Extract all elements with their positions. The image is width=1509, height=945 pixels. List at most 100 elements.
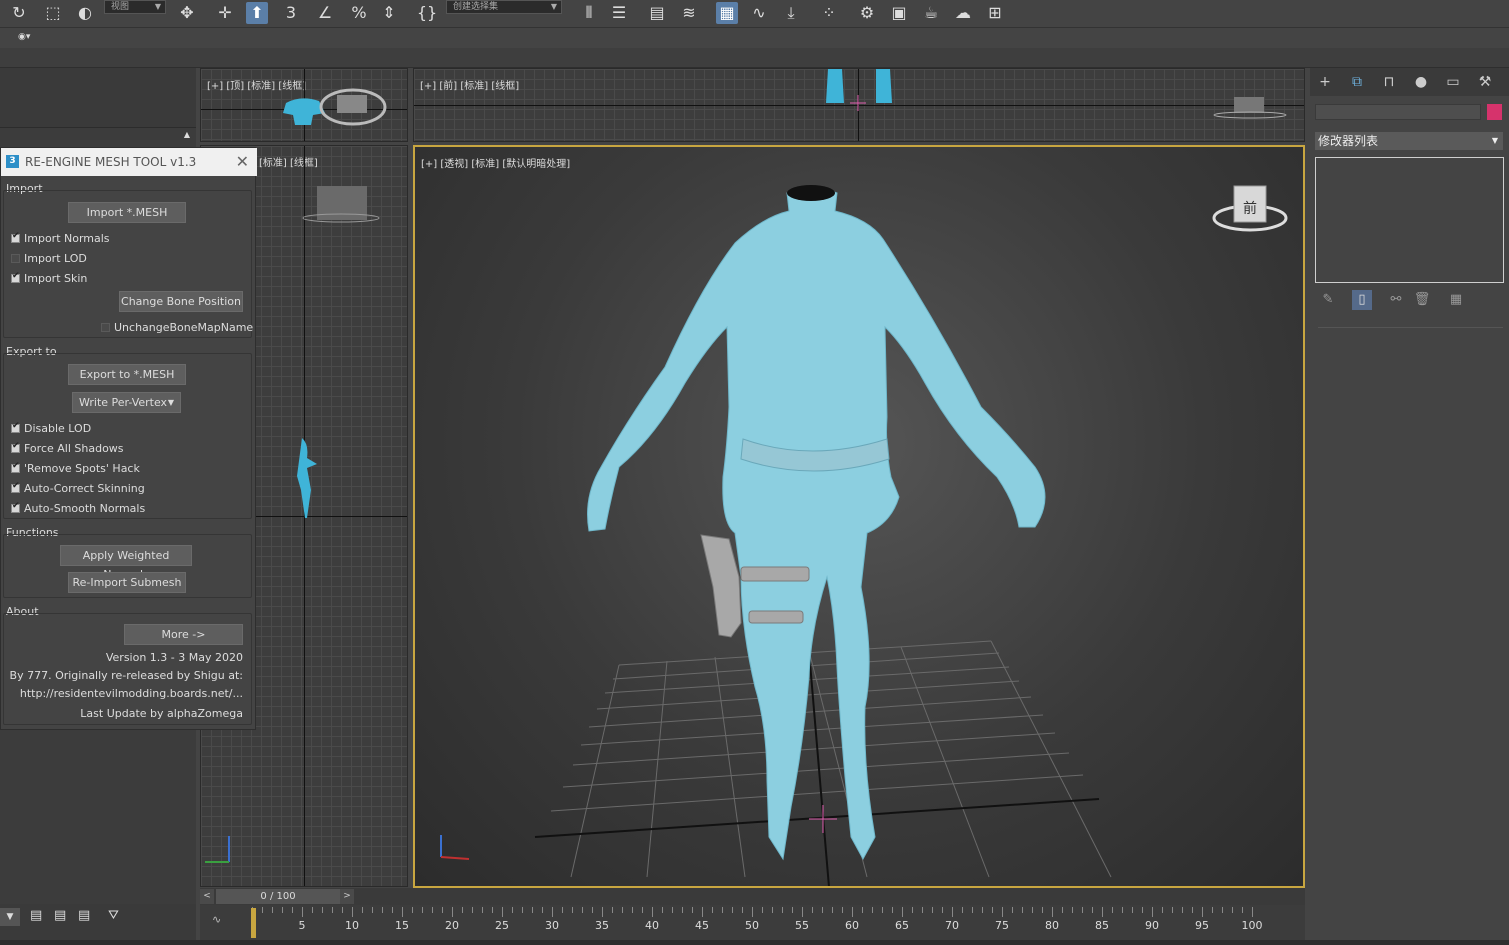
spinner-snap-icon[interactable]: ⇕	[378, 2, 400, 24]
dropdown-icon[interactable]: ▼	[0, 908, 20, 926]
utilities-tab-icon[interactable]: ⚒	[1474, 72, 1496, 92]
pin-stack-icon[interactable]: ✎	[1318, 290, 1338, 310]
selection-set-dropdown[interactable]: 创建选择集 ▼	[446, 0, 562, 14]
write-per-vertex-dropdown[interactable]: Write Per-Vertex ▼	[72, 392, 181, 413]
new-layer-icon[interactable]: ▤	[54, 908, 66, 923]
import-lod-label: Import LOD	[24, 251, 87, 265]
snap-3d-icon[interactable]: 3	[280, 2, 302, 24]
import-mesh-button[interactable]: Import *.MESH	[68, 202, 186, 223]
show-end-result-icon[interactable]: ▯	[1352, 290, 1372, 310]
disable-lod-checkbox[interactable]: Disable LOD	[11, 421, 91, 435]
track-tick	[1172, 907, 1173, 913]
render-icon[interactable]: ☕	[920, 2, 942, 24]
force-shadows-checkbox[interactable]: Force All Shadows	[11, 441, 124, 455]
curve-editor-mini-icon[interactable]: ∿	[212, 913, 221, 926]
edit-named-selection-icon[interactable]: {}	[416, 2, 438, 24]
import-normals-checkbox[interactable]: Import Normals	[11, 231, 110, 245]
make-unique-icon[interactable]: ⚯	[1386, 290, 1406, 310]
schematic-view-icon[interactable]: ⤓	[780, 2, 802, 24]
import-skin-checkbox[interactable]: Import Skin	[11, 271, 87, 285]
more-button[interactable]: More ->	[124, 624, 243, 645]
undo-icon[interactable]: ↻	[8, 2, 30, 24]
curve-editor-icon[interactable]: ∿	[748, 2, 770, 24]
select-manipulate-icon[interactable]: ⬆	[246, 2, 268, 24]
checkbox-box[interactable]	[11, 231, 20, 243]
motion-tab-icon[interactable]: ●	[1410, 72, 1432, 92]
object-color-swatch[interactable]	[1487, 104, 1502, 120]
hierarchy-tab-icon[interactable]: ⊓	[1378, 72, 1400, 92]
track-ruler[interactable]: 5 10 15 20 25 30 35 40 45 50 55 60 65 70 75 80 85 90 95 100	[252, 905, 1263, 940]
import-lod-checkbox[interactable]: Import LOD	[11, 251, 87, 265]
move-icon[interactable]: ✛	[214, 2, 236, 24]
remove-modifier-icon[interactable]: 🗑	[1412, 290, 1432, 310]
viewport-perspective[interactable]: [+] [透视] [标准] [默认明暗处理] 前	[413, 145, 1305, 888]
object-name-field[interactable]	[1315, 104, 1481, 120]
apply-weighted-normals-button[interactable]: Apply Weighted Normals	[60, 545, 192, 581]
material-editor-icon[interactable]: ⁘	[818, 2, 840, 24]
layer-options-icon[interactable]: ▤	[78, 908, 90, 923]
scroll-up-icon[interactable]: ▲	[184, 130, 190, 139]
workspace-icon[interactable]: ◉▾	[18, 32, 34, 42]
track-tick	[1222, 907, 1223, 913]
close-icon[interactable]: ✕	[236, 148, 249, 176]
angle-snap-icon[interactable]: ∠	[314, 2, 336, 24]
auto-smooth-label: Auto-Smooth Normals	[24, 501, 146, 515]
url-link[interactable]: http://residentevilmodding.boards.net/..…	[20, 687, 243, 700]
scene-explorer-icon[interactable]: ▤	[646, 2, 668, 24]
unchange-bone-map-checkbox[interactable]: UnchangeBoneMapName	[101, 320, 253, 334]
track-tick	[432, 907, 433, 913]
time-slider[interactable]: < 0 / 100 >	[200, 888, 1305, 905]
paint-select-icon[interactable]: ◐	[74, 2, 96, 24]
percent-snap-icon[interactable]: %	[348, 2, 370, 24]
layer-explorer-icon[interactable]: ≋	[678, 2, 700, 24]
track-tick	[352, 907, 353, 917]
render-setup-icon[interactable]: ⚙	[856, 2, 878, 24]
track-tick	[832, 907, 833, 913]
view-dropdown[interactable]: 视图 ▼	[104, 0, 166, 14]
checkbox-box[interactable]	[11, 271, 20, 283]
checkbox-box[interactable]	[11, 481, 20, 493]
pivot-icon[interactable]: ✥	[176, 2, 198, 24]
perspective-scene	[440, 185, 1112, 886]
checkbox-box[interactable]	[11, 441, 20, 453]
auto-skinning-checkbox[interactable]: Auto-Correct Skinning	[11, 481, 145, 495]
time-marker[interactable]	[251, 908, 256, 938]
modify-tab-icon[interactable]: ⧉	[1346, 72, 1368, 92]
render-cloud-icon[interactable]: ☁	[952, 2, 974, 24]
time-next-button[interactable]: >	[340, 889, 354, 904]
align-icon[interactable]: ☰	[608, 2, 630, 24]
viewport-top[interactable]: [+] [顶] [标准] [线框]	[200, 68, 408, 142]
checkbox-box[interactable]	[11, 253, 20, 263]
ribbon-toggle-icon[interactable]: ▦	[716, 2, 738, 24]
a360-icon[interactable]: ⊞	[984, 2, 1006, 24]
checkbox-box[interactable]	[11, 421, 20, 433]
modifier-list-dropdown[interactable]: 修改器列表 ▼	[1315, 132, 1503, 150]
track-tick	[842, 907, 843, 913]
create-tab-icon[interactable]: +	[1314, 72, 1336, 92]
display-tab-icon[interactable]: ▭	[1442, 72, 1464, 92]
configure-modifier-sets-icon[interactable]: ▦	[1446, 290, 1466, 310]
reimport-submesh-button[interactable]: Re-Import Submesh	[68, 572, 186, 593]
checkbox-box[interactable]	[11, 461, 20, 473]
track-tick	[772, 907, 773, 913]
viewport-front[interactable]: [+] [前] [标准] [线框]	[413, 68, 1305, 142]
viewcube[interactable]: 前	[1210, 182, 1300, 255]
export-mesh-button[interactable]: Export to *.MESH	[68, 364, 186, 385]
mirror-icon[interactable]: ⫴	[578, 2, 600, 24]
checkbox-box[interactable]	[11, 501, 20, 513]
render-frame-icon[interactable]: ▣	[888, 2, 910, 24]
time-prev-button[interactable]: <	[200, 889, 214, 904]
time-slider-thumb[interactable]: 0 / 100	[216, 889, 340, 904]
modifier-stack[interactable]	[1315, 157, 1504, 283]
checkbox-box[interactable]	[101, 322, 110, 332]
key-filter-icon[interactable]: ▤	[30, 908, 42, 923]
auto-smooth-checkbox[interactable]: Auto-Smooth Normals	[11, 501, 145, 515]
track-bar[interactable]: ∿ 5 10 15 20 25 30 35 40 45 50 55 60 65 70 75 80 85 90 95 1…	[200, 905, 1305, 940]
change-bone-position-button[interactable]: Change Bone Position	[119, 291, 243, 312]
track-tick	[1122, 907, 1123, 913]
filter-icon[interactable]: ⛛	[108, 908, 119, 923]
viewcube-face-label[interactable]: 前	[1236, 198, 1264, 218]
track-tick	[882, 907, 883, 913]
remove-spots-checkbox[interactable]: 'Remove Spots' Hack	[11, 461, 140, 475]
select-region-icon[interactable]: ⬚	[42, 2, 64, 24]
